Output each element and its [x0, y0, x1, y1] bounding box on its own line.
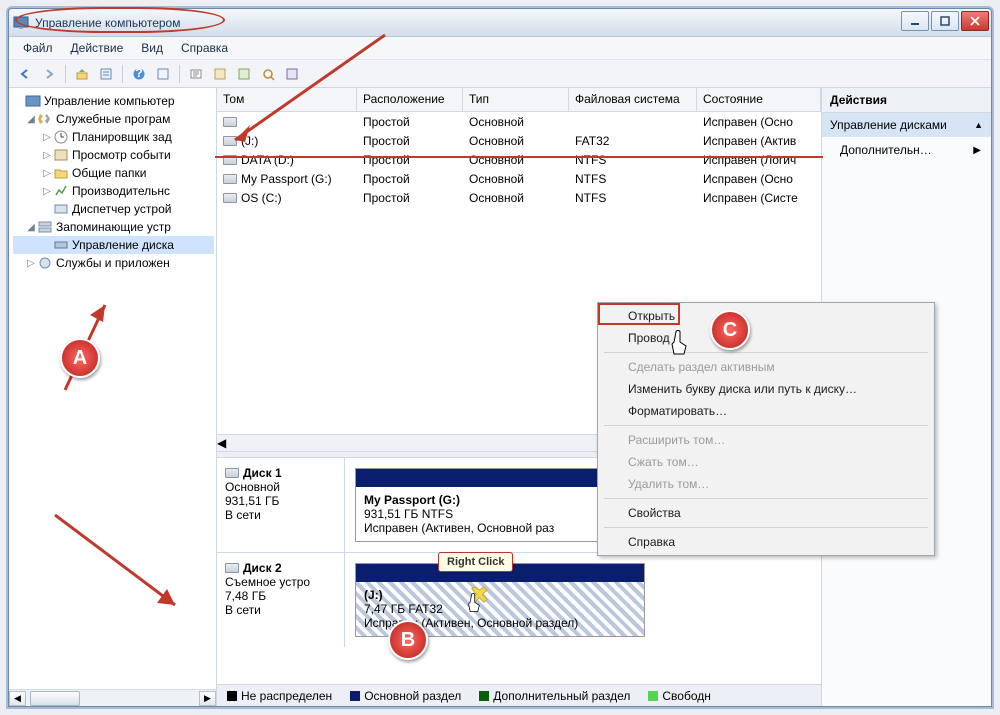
actions-sub[interactable]: Управление дисками▲: [822, 113, 991, 137]
tree-tools[interactable]: ◢Служебные програм: [13, 110, 214, 128]
anno-right-click-label: Right Click: [438, 552, 513, 572]
disk-icon: [223, 193, 237, 203]
close-button[interactable]: [961, 11, 989, 31]
disk2-status: В сети: [225, 603, 336, 617]
ctx-help[interactable]: Справка: [600, 531, 932, 553]
tree-services[interactable]: ▷Службы и приложен: [13, 254, 214, 272]
anno-cursor-1: [668, 328, 694, 358]
disk-icon: [225, 468, 239, 478]
toolbar: ?: [9, 60, 991, 88]
vol-row[interactable]: OS (C:)ПростойОсновнойNTFSИсправен (Сист…: [217, 188, 821, 207]
tree-hscroll[interactable]: ◀▶: [9, 689, 216, 706]
context-menu: Открыть Провод Сделать раздел активным И…: [597, 302, 935, 556]
tree-scheduler[interactable]: ▷Планировщик зад: [13, 128, 214, 146]
vol-row[interactable]: DATA (D:)ПростойОсновнойNTFSИсправен (Ло…: [217, 150, 821, 169]
tb-icon-4[interactable]: [258, 64, 278, 84]
col-fs[interactable]: Файловая система: [569, 88, 697, 111]
volume-rows: ПростойОсновнойИсправен (Осно (J:)Просто…: [217, 112, 821, 207]
disk1-name: Диск 1: [243, 466, 282, 480]
ctx-format[interactable]: Форматировать…: [600, 400, 932, 422]
menu-view[interactable]: Вид: [133, 38, 171, 58]
ctx-active: Сделать раздел активным: [600, 356, 932, 378]
tb-icon-5[interactable]: [282, 64, 302, 84]
disk1-size: 931,51 ГБ: [225, 494, 336, 508]
disk2-block: Диск 2 Съемное устро 7,48 ГБ В сети (J:)…: [217, 553, 821, 647]
vol-row[interactable]: ПростойОсновнойИсправен (Осно: [217, 112, 821, 131]
disk1-kind: Основной: [225, 480, 336, 494]
actions-more[interactable]: Дополнительн…▶: [822, 137, 991, 163]
menu-action[interactable]: Действие: [63, 38, 132, 58]
vol-row[interactable]: My Passport (G:)ПростойОсновнойNTFSИспра…: [217, 169, 821, 188]
volume-header: Том Расположение Тип Файловая система Со…: [217, 88, 821, 112]
col-layout[interactable]: Расположение: [357, 88, 463, 111]
tb-icon-2[interactable]: [210, 64, 230, 84]
disk2-kind: Съемное устро: [225, 575, 336, 589]
disk-icon: [223, 136, 237, 146]
tb-icon-1[interactable]: [186, 64, 206, 84]
disk-icon: [223, 174, 237, 184]
ctx-shrink: Сжать том…: [600, 451, 932, 473]
view-button[interactable]: [153, 64, 173, 84]
tree-events[interactable]: ▷Просмотр событи: [13, 146, 214, 164]
tree-storage[interactable]: ◢Запоминающие устр: [13, 218, 214, 236]
menu-help[interactable]: Справка: [173, 38, 236, 58]
up-button[interactable]: [72, 64, 92, 84]
part2-size: 7,47 ГБ FAT32: [364, 602, 636, 616]
nav-back-button[interactable]: [15, 64, 35, 84]
anno-cursor-2: [464, 585, 490, 615]
legend: Не распределен Основной раздел Дополните…: [217, 684, 821, 706]
minimize-button[interactable]: [901, 11, 929, 31]
col-volume[interactable]: Том: [217, 88, 357, 111]
ctx-props[interactable]: Свойства: [600, 502, 932, 524]
nav-forward-button[interactable]: [39, 64, 59, 84]
disk-icon: [223, 117, 237, 127]
app-icon: [13, 15, 29, 31]
tree-diskmgmt[interactable]: Управление диска: [13, 236, 214, 254]
ctx-open[interactable]: Открыть: [600, 305, 932, 327]
tree-shared[interactable]: ▷Общие папки: [13, 164, 214, 182]
disk2-size: 7,48 ГБ: [225, 589, 336, 603]
disk1-status: В сети: [225, 508, 336, 522]
menubar: Файл Действие Вид Справка: [9, 37, 991, 60]
part2-state: Исправен (Активен, Основной раздел): [364, 616, 636, 630]
tree-perf[interactable]: ▷Производительнс: [13, 182, 214, 200]
window-title: Управление компьютером: [35, 16, 987, 30]
maximize-button[interactable]: [931, 11, 959, 31]
ctx-extend: Расширить том…: [600, 429, 932, 451]
actions-header: Действия: [822, 88, 991, 113]
tree-root[interactable]: Управление компьютер: [13, 92, 214, 110]
col-type[interactable]: Тип: [463, 88, 569, 111]
tree-pane: Управление компьютер ◢Служебные програм …: [9, 88, 217, 706]
ctx-delete: Удалить том…: [600, 473, 932, 495]
properties-button[interactable]: [96, 64, 116, 84]
disk2-name: Диск 2: [243, 561, 282, 575]
disk2-partition[interactable]: (J:) 7,47 ГБ FAT32 Исправен (Активен, Ос…: [355, 563, 645, 637]
part2-title: (J:): [364, 588, 636, 602]
tb-icon-3[interactable]: [234, 64, 254, 84]
disk-icon: [223, 155, 237, 165]
menu-file[interactable]: Файл: [15, 38, 61, 58]
col-state[interactable]: Состояние: [697, 88, 821, 111]
svg-text:?: ?: [135, 67, 142, 80]
tree-devmgr[interactable]: Диспетчер устрой: [13, 200, 214, 218]
titlebar: Управление компьютером: [9, 9, 991, 37]
ctx-letter[interactable]: Изменить букву диска или путь к диску…: [600, 378, 932, 400]
vol-row[interactable]: (J:)ПростойОсновнойFAT32Исправен (Актив: [217, 131, 821, 150]
disk-icon: [225, 563, 239, 573]
help-button[interactable]: ?: [129, 64, 149, 84]
ctx-explorer[interactable]: Провод: [600, 327, 932, 349]
